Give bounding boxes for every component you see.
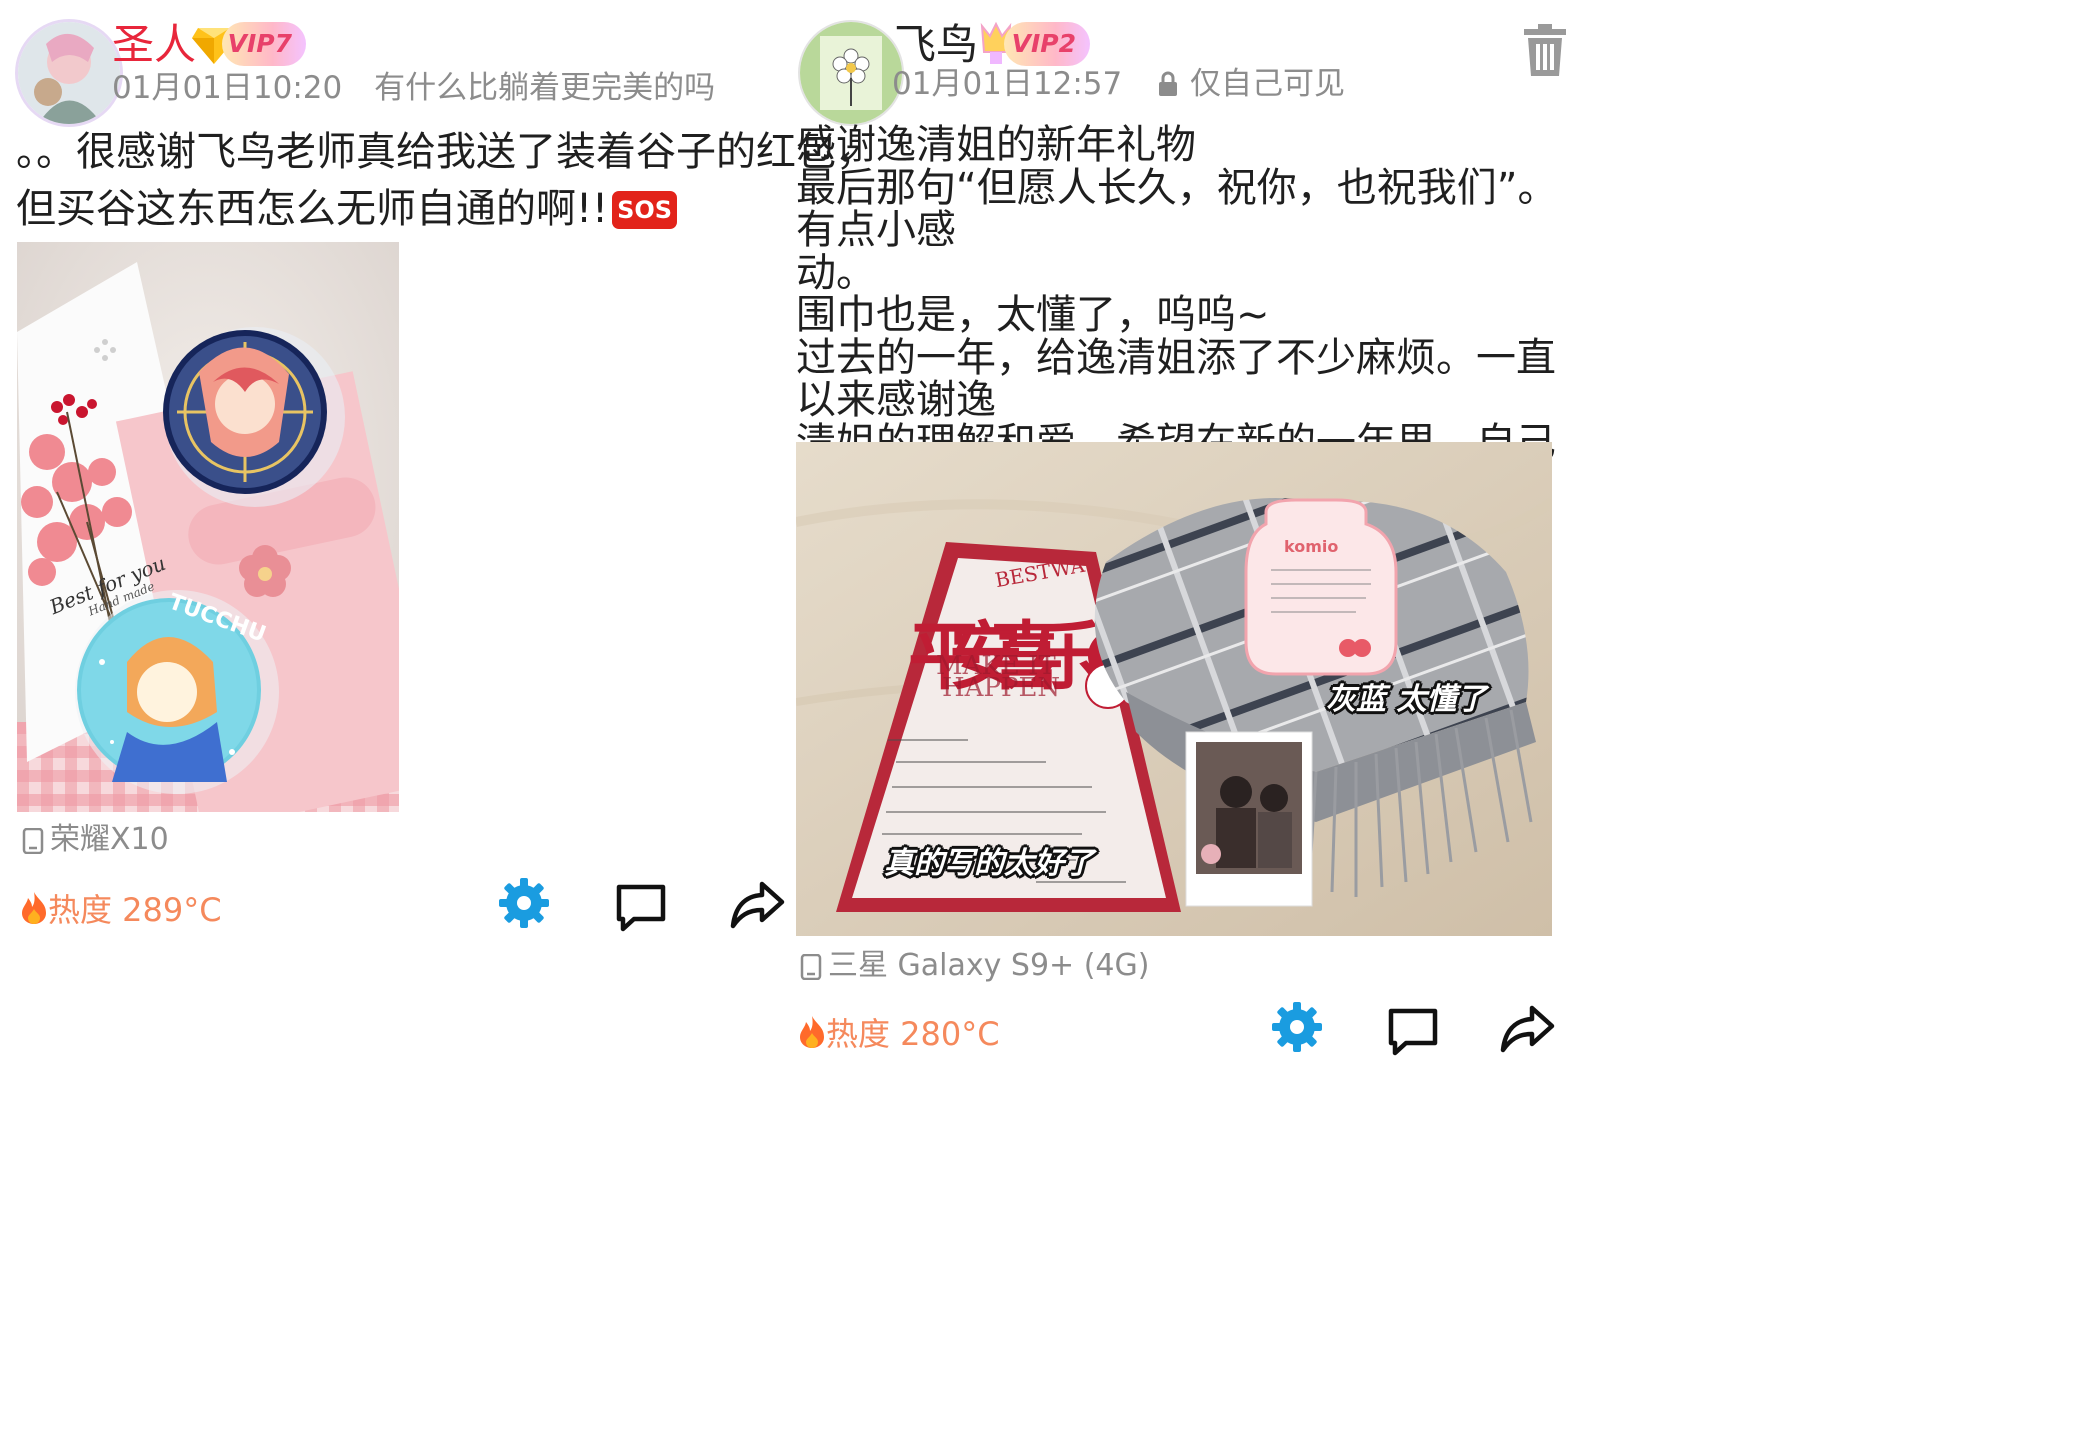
post-time: 01月01日10:20 <box>112 70 343 106</box>
sos-emoji: SOS <box>612 191 678 229</box>
username[interactable]: 圣人 <box>112 20 196 70</box>
settings-icon[interactable] <box>1268 998 1326 1056</box>
device-label: 三星 Galaxy S9+ (4G) <box>800 946 1149 986</box>
heat-label: 热度 280°C <box>798 1014 1000 1054</box>
device-name: 三星 Galaxy S9+ (4G) <box>828 948 1150 983</box>
trash-icon[interactable] <box>1522 24 1568 78</box>
post-photo[interactable]: BESTWA 平安喜乐 MAKE IT HAPPEN komio 灰蓝 太懂了 <box>796 442 1552 936</box>
device-label: 荣耀X10 <box>22 820 169 860</box>
photo-sticker-scarf: 灰蓝 太懂了 <box>1326 682 1487 717</box>
flame-icon <box>22 892 46 924</box>
post-photo[interactable]: Best for you Hand made TUCCHU <box>17 242 399 812</box>
flame-icon <box>800 1016 824 1048</box>
comment-icon[interactable] <box>612 878 670 936</box>
post-meta: 01月01日10:20 有什么比躺着更完美的吗 <box>112 68 715 108</box>
share-icon[interactable] <box>1498 1000 1556 1058</box>
settings-icon[interactable] <box>495 874 553 932</box>
avatar[interactable] <box>18 22 120 124</box>
share-icon[interactable] <box>728 876 786 934</box>
avatar[interactable] <box>800 22 902 124</box>
photo-sticker-letter: 真的写的太好了 <box>884 846 1094 881</box>
lock-icon <box>1159 71 1178 96</box>
bottle-brand-text: komio <box>1284 537 1338 556</box>
heat-value: 热度 289°C <box>48 891 222 929</box>
username[interactable]: 飞鸟 <box>894 20 978 70</box>
post-time: 01月01日12:57 <box>892 66 1123 102</box>
heat-label: 热度 289°C <box>20 890 222 930</box>
comment-icon[interactable] <box>1384 1002 1442 1060</box>
post-meta: 01月01日12:57 仅自己可见 <box>892 64 1345 104</box>
user-signature: 有什么比躺着更完美的吗 <box>374 70 716 106</box>
post-card: 飞鸟 VIP2 01月01日12:57 仅自己可见 感谢逸清姐的新年礼物 最后那… <box>796 0 1566 1430</box>
privacy-label: 仅自己可见 <box>1189 66 1345 102</box>
device-name: 荣耀X10 <box>50 822 169 857</box>
post-body: 。。很感谢飞鸟老师真给我送了装着谷子的红包， 但买谷这东西怎么无师自通的啊!! <box>16 129 876 232</box>
vip-badge[interactable]: VIP7 <box>222 22 306 66</box>
card-en-2: HAPPEN <box>942 673 1060 703</box>
vip-badge[interactable]: VIP2 <box>1004 22 1090 66</box>
phone-icon <box>22 827 44 855</box>
phone-icon <box>800 953 822 981</box>
heat-value: 热度 280°C <box>826 1015 1000 1053</box>
